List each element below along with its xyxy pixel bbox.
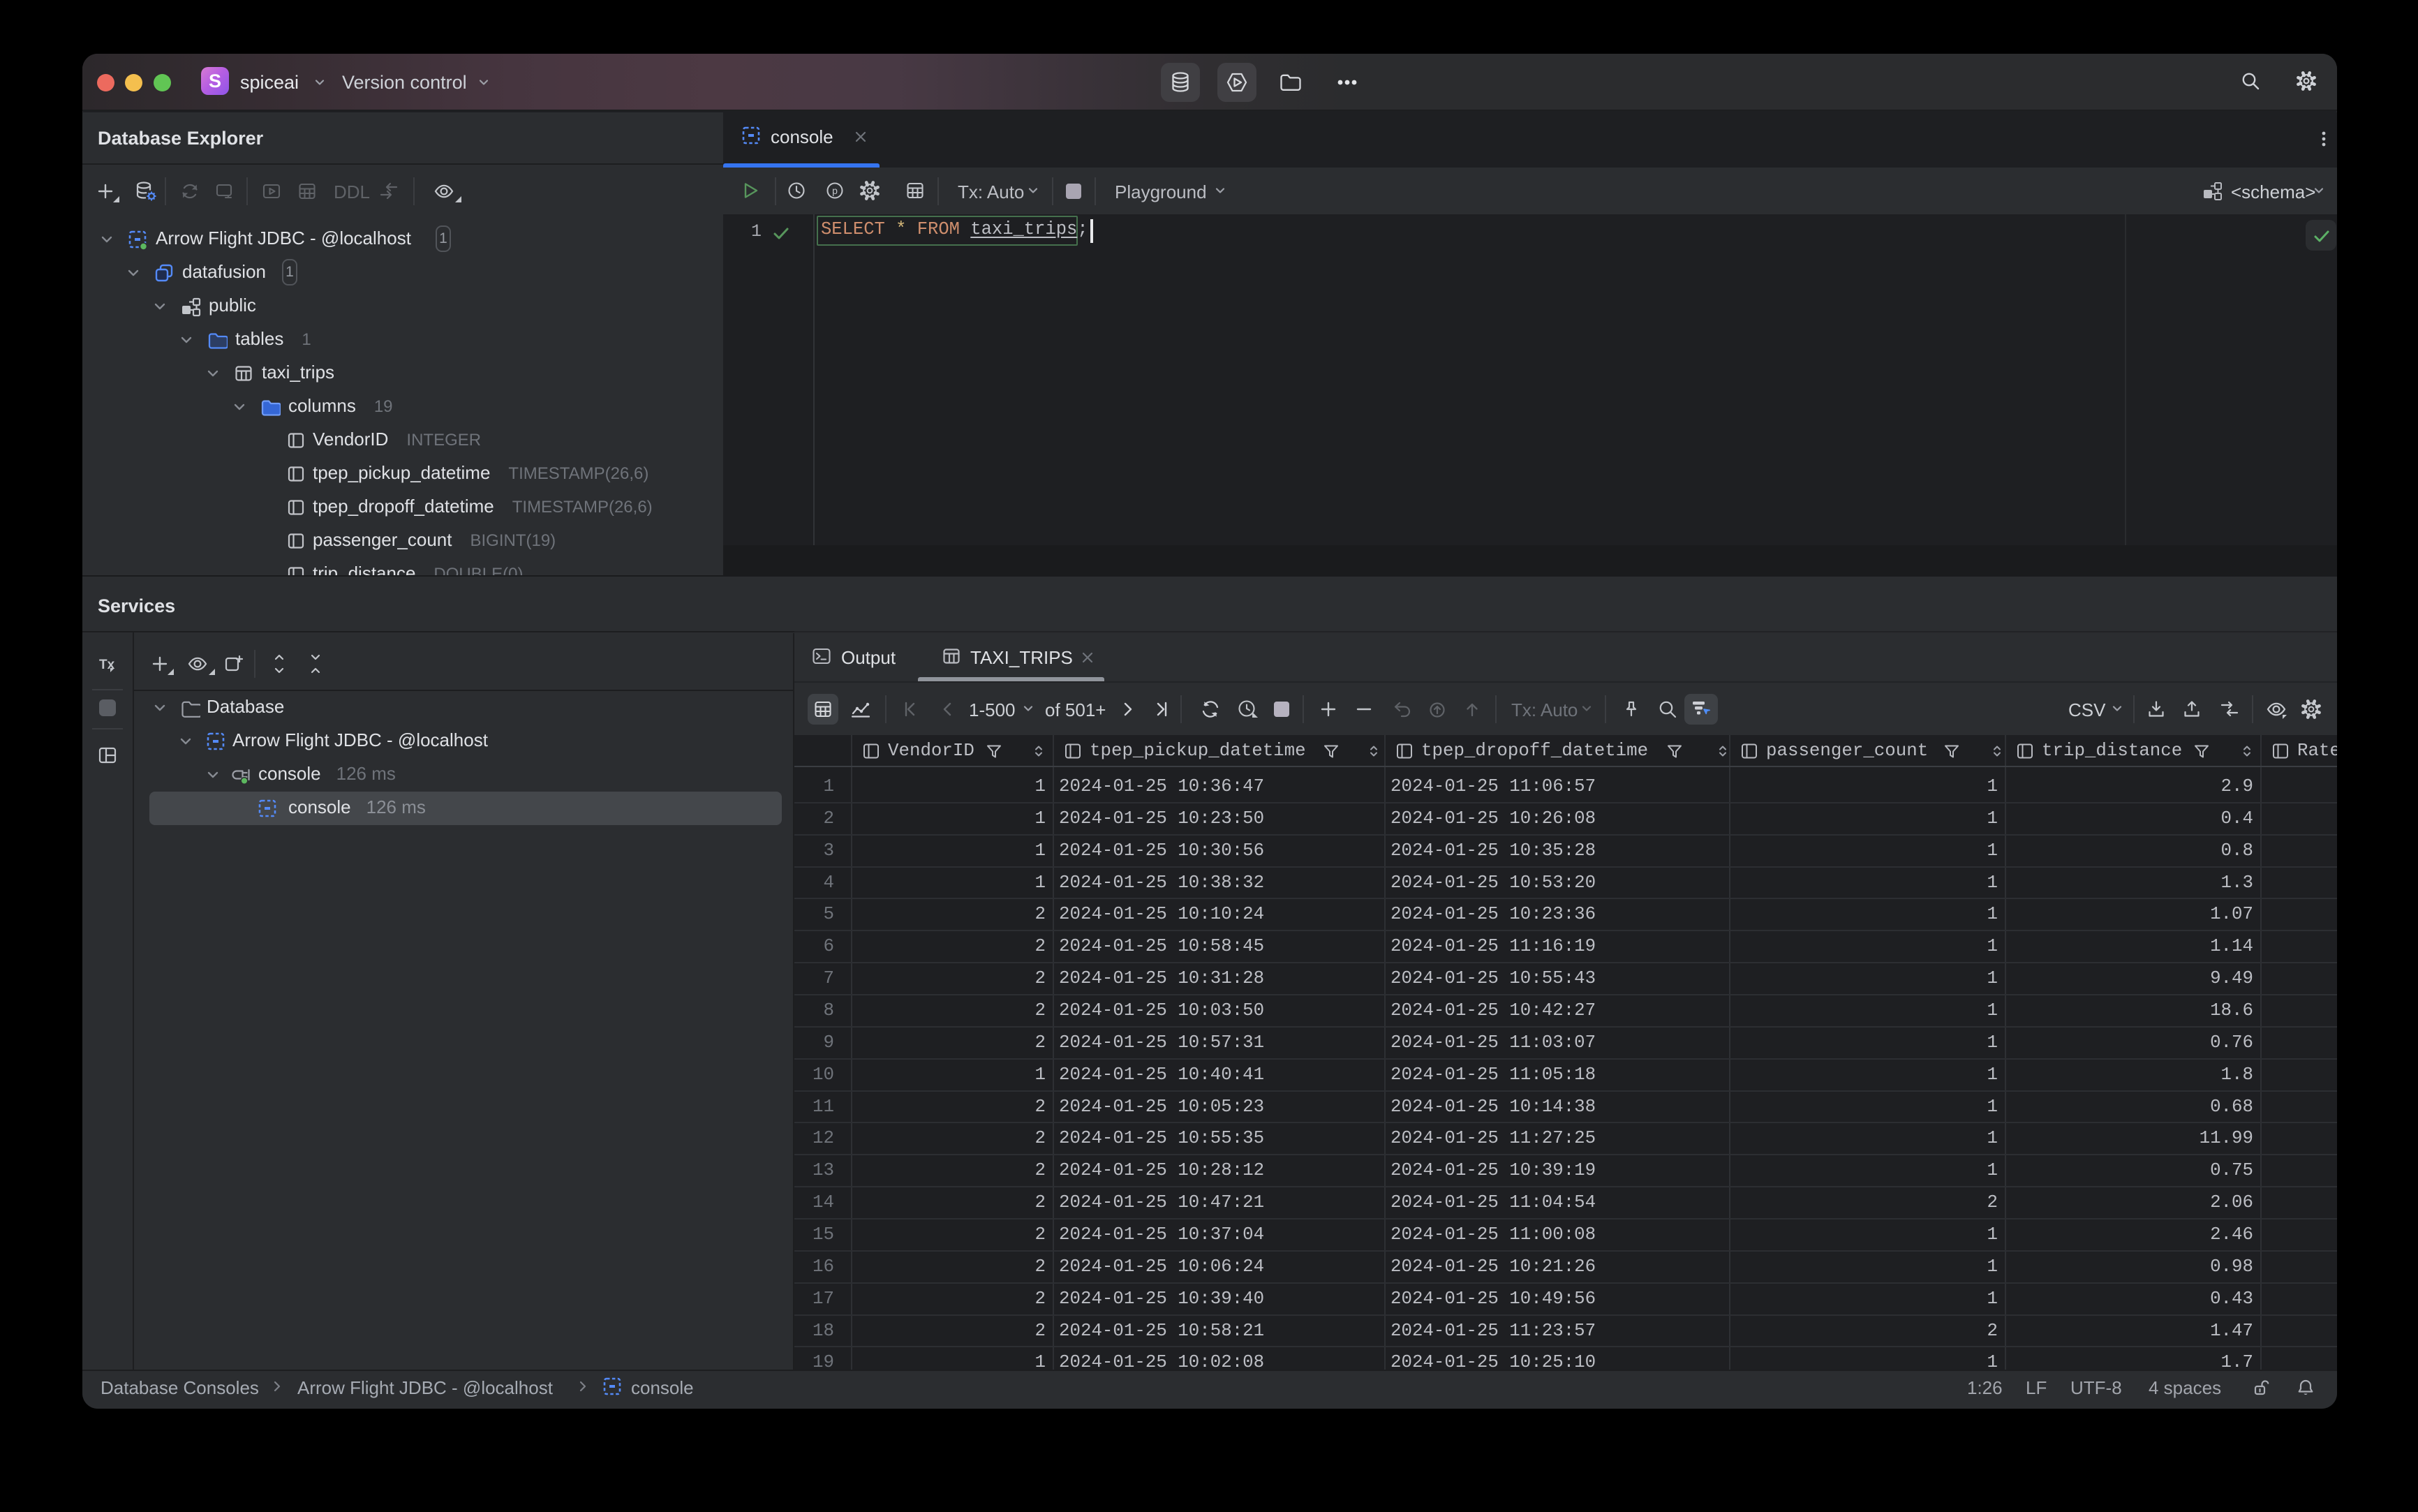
svg-text:p: p: [832, 185, 838, 196]
svg-text:Tx: Tx: [99, 658, 115, 672]
